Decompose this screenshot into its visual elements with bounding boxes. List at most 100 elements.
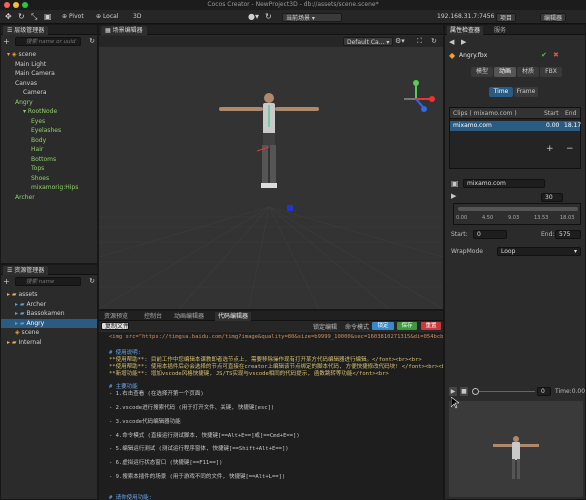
scene-tab-bar: ▦ 场景编辑器 — [99, 25, 443, 35]
hierarchy-node[interactable]: ▾ ◈ scene — [7, 50, 36, 59]
asset-node[interactable]: ▸ ▰ Angry — [1, 318, 97, 328]
project-label: 项目 — [500, 15, 513, 22]
tab-inspector-1[interactable]: 服务 — [491, 26, 509, 35]
editor-button[interactable]: 编辑器 — [540, 13, 567, 22]
preview-slider-track[interactable] — [479, 391, 535, 392]
code-line: - 9.搜索本插件的场景 (用于游戏不同的文件, 快捷键[==Alt+L==]) — [109, 474, 286, 480]
tab-bottom-0[interactable]: 资源预览 — [101, 312, 131, 321]
tab-inspector-0[interactable]: 属性检查器 — [447, 26, 484, 35]
hierarchy-node[interactable]: Canvas — [15, 79, 37, 88]
preview-play-icon[interactable]: ▶ — [449, 387, 457, 396]
maximize-icon[interactable]: ⛶ — [417, 37, 422, 46]
time-button[interactable]: Time — [489, 87, 513, 97]
asset-node[interactable]: ▸ ▰ assets — [1, 290, 97, 299]
tab-bottom-2[interactable]: 动画编辑器 — [171, 312, 207, 321]
hierarchy-node[interactable]: Hair — [31, 145, 43, 154]
code-editor-panel: 资源预览 控制台 动画编辑器 代码编辑器 复制文件 锁定编辑 命令模式 锁定 保存 重… — [98, 310, 444, 500]
scene-select[interactable]: 当前场景 ▾ — [282, 13, 342, 22]
hierarchy-node-label: Archer — [15, 193, 35, 201]
bottom-tab-bar: 资源预览 控制台 动画编辑器 代码编辑器 — [99, 311, 443, 321]
hierarchy-node-label: Canvas — [15, 79, 38, 87]
hierarchy-node[interactable]: Body — [31, 136, 46, 145]
preview-slider-handle[interactable] — [472, 388, 479, 395]
fps-field[interactable]: 30 — [541, 193, 563, 202]
sub-tab-1[interactable]: 动画 — [494, 67, 516, 77]
asset-node[interactable]: ◈ scene — [1, 328, 97, 337]
refresh-icon[interactable]: ↻ — [265, 12, 272, 22]
tab-bottom-3[interactable]: 代码编辑器 — [215, 312, 252, 321]
lock-toggle[interactable]: 锁定 — [372, 322, 394, 330]
rect-tool-icon[interactable]: ▣ — [44, 12, 52, 22]
refresh-assets-icon[interactable]: ↻ — [89, 277, 95, 286]
file-select[interactable]: 复制文件 — [101, 322, 129, 330]
apply-icon[interactable]: ✔ — [541, 51, 547, 59]
animation-preview-viewport[interactable] — [449, 401, 583, 497]
hierarchy-node[interactable]: mixamorig:Hips — [31, 183, 78, 192]
hierarchy-node[interactable]: Eyelashes — [31, 126, 61, 135]
clip-row[interactable]: mixamo.com 0.00 18.17 — [450, 121, 581, 131]
scene-viewport[interactable] — [99, 47, 443, 309]
hierarchy-node[interactable]: ▾ RootNode — [23, 107, 57, 116]
wrapmode-select[interactable]: Loop ▾ — [497, 247, 581, 256]
preview-stop-icon[interactable]: ■ — [460, 387, 468, 396]
hierarchy-node[interactable]: Main Light — [15, 60, 46, 69]
asset-node-label: Internal — [18, 338, 42, 346]
asset-node[interactable]: ▸ ▰ Archer — [1, 300, 97, 309]
start-field[interactable]: 0 — [473, 230, 507, 239]
hierarchy-node-label: Camera — [23, 89, 47, 96]
scene-tab-label: 场景编辑器 — [112, 27, 143, 34]
reload-scene-icon[interactable]: ↻ — [431, 37, 437, 45]
hierarchy-node[interactable]: Bottoms — [31, 155, 56, 164]
revert-icon[interactable]: ✖ — [553, 51, 559, 59]
play-clip-icon[interactable]: ▶ — [451, 192, 456, 200]
hierarchy-node[interactable]: Eyes — [31, 117, 45, 126]
clip-start: 0.00 — [546, 122, 560, 129]
wrapmode-label: WrapMode — [451, 248, 483, 255]
asset-node[interactable]: ▸ ▰ Bassokamen — [1, 309, 97, 318]
assets-search-input[interactable]: 搜索 name — [15, 277, 81, 286]
hierarchy-search-input[interactable]: 搜索 name or uuid — [15, 37, 81, 46]
reset-button[interactable]: 重置 — [421, 322, 441, 330]
timeline[interactable]: 0.00 4.50 9.03 13.53 18.03 — [453, 203, 581, 225]
sub-tab-3[interactable]: FBX — [540, 67, 562, 77]
code-line: **新增功能**: 增加vscode风格快捷键, JS/TS实现与vscode相… — [109, 370, 389, 377]
hierarchy-node[interactable]: Archer — [15, 193, 35, 202]
move-tool-icon[interactable]: ✥ — [5, 12, 12, 22]
local-toggle[interactable]: ⊕ Local — [96, 12, 119, 22]
forward-icon[interactable]: ▶ — [461, 38, 466, 46]
hierarchy-node[interactable]: Main Camera — [15, 69, 55, 78]
hierarchy-node[interactable]: Shoes — [31, 174, 49, 183]
editor-label: 编辑器 — [544, 15, 563, 22]
scale-tool-icon[interactable]: ⤡ — [31, 12, 37, 22]
add-asset-icon[interactable]: + — [3, 277, 10, 286]
asset-node[interactable]: ▸ ▰ Internal — [1, 338, 97, 347]
frame-button[interactable]: Frame — [514, 87, 538, 97]
play-icon[interactable]: ●▾ — [248, 12, 259, 22]
camera-select[interactable]: Default Ca... ▾ — [343, 37, 394, 46]
sub-tab-0[interactable]: 模型 — [471, 67, 493, 77]
tab-assets[interactable]: ☰ 资源管理器 — [3, 266, 49, 275]
rotate-tool-icon[interactable]: ↻ — [18, 12, 25, 22]
tab-scene-editor[interactable]: ▦ 场景编辑器 — [101, 26, 147, 35]
add-clip-button[interactable]: + — [546, 144, 554, 154]
gear-icon[interactable]: ⚙▾ — [395, 37, 405, 45]
clip-name-field[interactable]: mixamo.com — [463, 179, 545, 188]
mode-3d-toggle[interactable]: 3D — [133, 12, 141, 22]
remove-clip-button[interactable]: − — [566, 144, 574, 154]
add-node-icon[interactable]: + — [3, 37, 10, 46]
preview-frame-field[interactable]: 0 — [537, 387, 551, 396]
sub-tab-2[interactable]: 材质 — [517, 67, 539, 77]
pivot-toggle[interactable]: ⊕ Pivot — [62, 12, 84, 22]
save-button[interactable]: 保存 — [397, 322, 417, 330]
hierarchy-node[interactable]: Tops — [31, 164, 44, 173]
hierarchy-node[interactable]: Camera — [23, 88, 47, 97]
back-icon[interactable]: ◀ — [449, 38, 454, 46]
project-button[interactable]: 项目 — [496, 13, 517, 22]
code-area[interactable]: <img src="https://timgsa.baidu.com/timg?… — [99, 332, 443, 500]
hierarchy-node[interactable]: Angry — [15, 98, 33, 107]
refresh-hierarchy-icon[interactable]: ↻ — [89, 37, 95, 46]
end-label: End: — [541, 231, 555, 238]
tab-hierarchy[interactable]: ☰ 层级管理器 — [3, 26, 49, 35]
end-field[interactable]: 575 — [555, 230, 581, 239]
tab-bottom-1[interactable]: 控制台 — [141, 312, 165, 321]
